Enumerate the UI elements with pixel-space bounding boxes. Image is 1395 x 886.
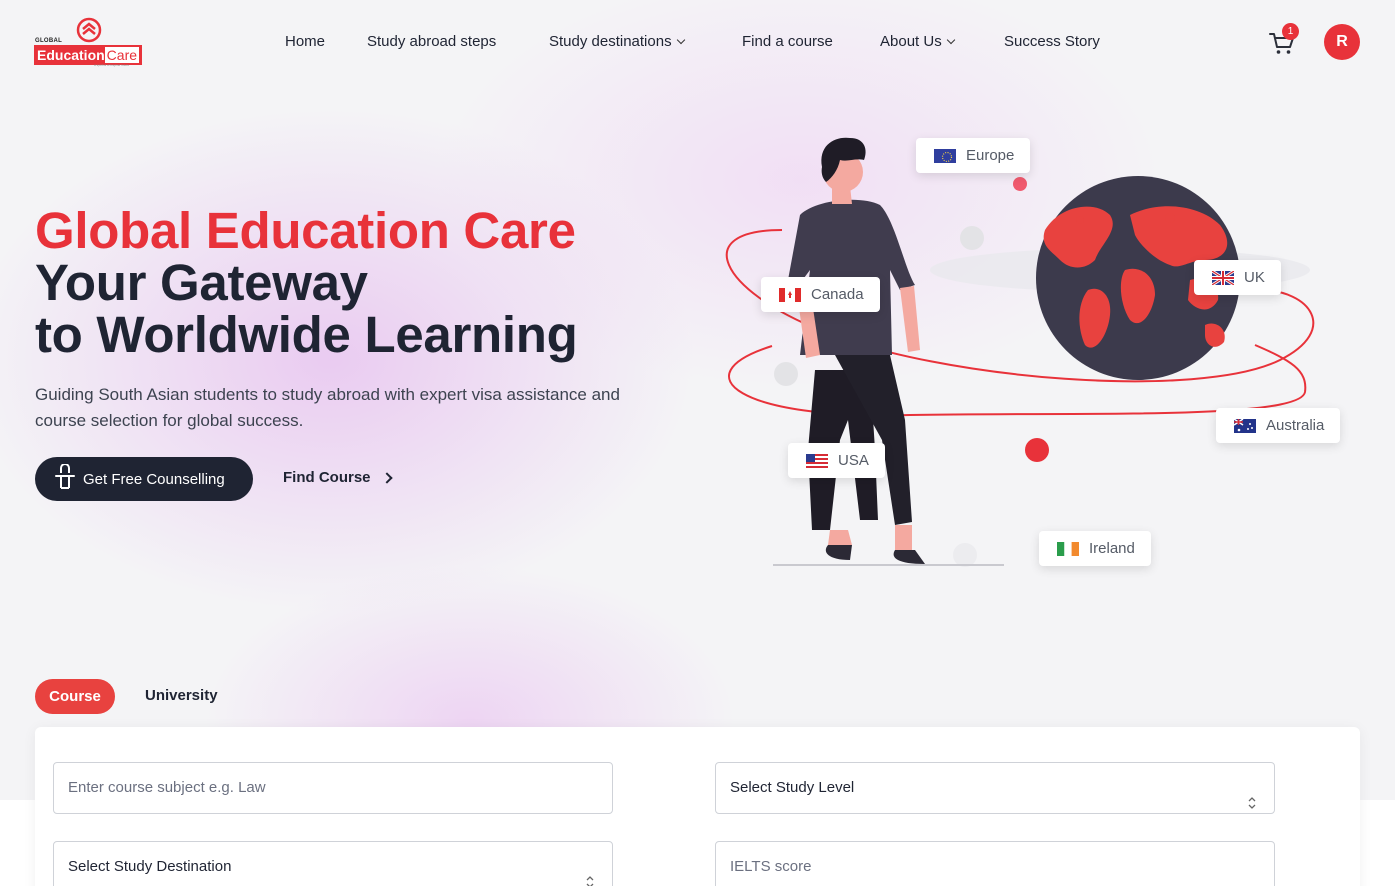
ielts-score-input[interactable]: IELTS score xyxy=(715,841,1275,886)
nav-study-abroad-steps-label: Study abroad steps xyxy=(367,33,497,50)
nav-about-us[interactable]: About Us xyxy=(880,31,955,53)
main-nav: Home Study abroad steps Study destinatio… xyxy=(0,31,1395,53)
course-search-card: Enter course subject e.g. Law Select Stu… xyxy=(35,727,1360,886)
study-level-select[interactable]: Select Study Level xyxy=(715,762,1275,814)
eu-flag-icon xyxy=(934,148,956,163)
nav-home-label: Home xyxy=(285,33,326,50)
chevron-right-icon xyxy=(380,472,393,484)
find-course-link[interactable]: Find Course xyxy=(283,467,393,489)
nav-find-a-course[interactable]: Find a course xyxy=(742,31,833,53)
canada-label: Canada xyxy=(811,286,864,303)
hero-subtitle: Guiding South Asian students to study ab… xyxy=(35,385,620,430)
hero-illustration: Europe Canada UK Australia USA Ireland xyxy=(700,120,1380,590)
destination-canada[interactable]: Canada xyxy=(761,277,880,312)
ireland-flag-icon xyxy=(1057,541,1079,556)
chevron-down-icon xyxy=(676,35,685,45)
destination-ireland[interactable]: Ireland xyxy=(1039,531,1151,566)
study-destination-value: Select Study Destination xyxy=(68,858,232,875)
user-avatar[interactable]: R xyxy=(1324,24,1360,60)
uk-label: UK xyxy=(1244,269,1265,286)
hero-title-brand: Global Education Care xyxy=(35,202,576,259)
usa-flag-icon xyxy=(806,453,828,468)
canada-flag-icon xyxy=(779,287,801,302)
tab-university[interactable]: University xyxy=(145,686,218,706)
nav-find-a-course-label: Find a course xyxy=(742,33,833,50)
logo-tagline: A symbol of brighter future xyxy=(94,63,130,67)
globe-person-graphic xyxy=(725,137,1315,567)
nav-success-story[interactable]: Success Story xyxy=(1004,31,1100,53)
study-destination-select[interactable]: Select Study Destination xyxy=(53,841,613,886)
usa-label: USA xyxy=(838,452,869,469)
get-free-counselling-button[interactable]: Get Free Counselling xyxy=(35,457,253,501)
nav-about-us-label: About Us xyxy=(880,33,942,50)
ireland-label: Ireland xyxy=(1089,540,1135,557)
europe-label: Europe xyxy=(966,147,1015,164)
australia-flag-icon xyxy=(1234,418,1256,433)
select-updown-icon xyxy=(586,860,594,886)
study-level-value: Select Study Level xyxy=(730,779,855,796)
get-free-counselling-label: Get Free Counselling xyxy=(83,470,225,488)
destination-australia[interactable]: Australia xyxy=(1216,408,1341,443)
counselling-icon xyxy=(53,463,77,494)
course-subject-input[interactable]: Enter course subject e.g. Law xyxy=(53,762,613,814)
nav-home[interactable]: Home xyxy=(285,31,325,53)
destination-uk[interactable]: UK xyxy=(1194,260,1281,295)
uk-flag-icon xyxy=(1212,270,1234,285)
nav-study-abroad-steps[interactable]: Study abroad steps xyxy=(367,31,496,53)
hero-title-line-3: to Worldwide Learning xyxy=(35,306,578,363)
nav-study-destinations[interactable]: Study destinations xyxy=(549,31,685,53)
australia-label: Australia xyxy=(1266,417,1325,434)
select-updown-icon xyxy=(1248,781,1256,809)
destination-usa[interactable]: USA xyxy=(788,443,885,478)
nav-success-story-label: Success Story xyxy=(1004,33,1100,50)
tab-course[interactable]: Course xyxy=(35,679,115,714)
hero-title-line-2: Your Gateway xyxy=(35,254,368,311)
destination-europe[interactable]: Europe xyxy=(916,138,1031,173)
nav-study-destinations-label: Study destinations xyxy=(549,33,672,50)
chevron-down-icon xyxy=(946,35,955,45)
find-course-label: Find Course xyxy=(283,469,371,486)
cart-count-badge: 1 xyxy=(1282,23,1299,40)
